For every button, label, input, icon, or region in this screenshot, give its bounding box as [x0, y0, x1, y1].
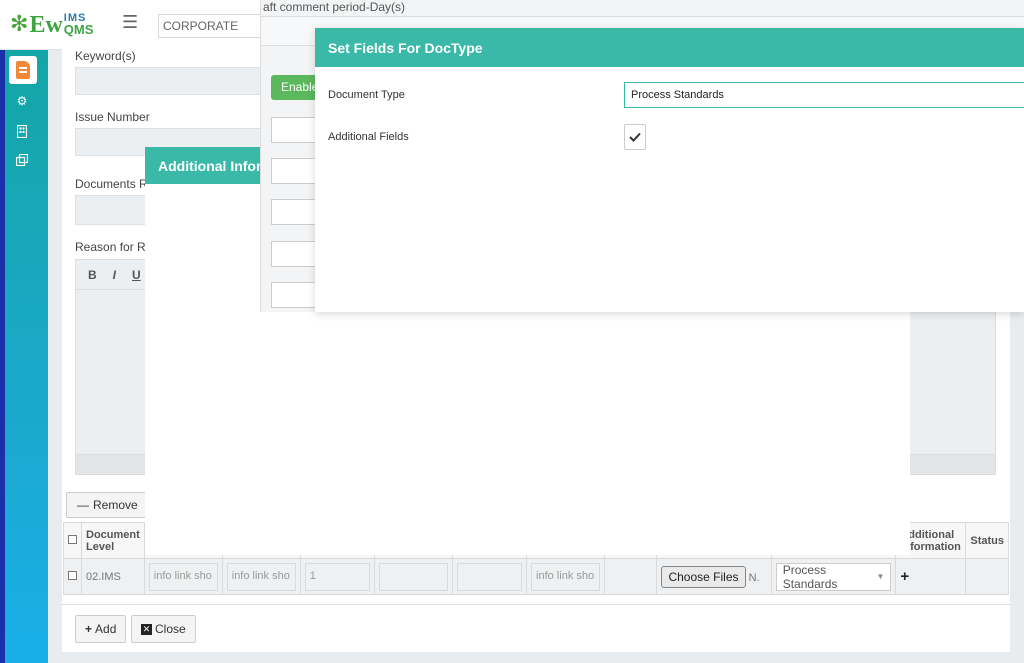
document-type-label: Document Type [328, 89, 405, 101]
info-input-3[interactable]: info link sho [531, 562, 600, 591]
status-cell [965, 558, 1009, 595]
bold-button[interactable]: B [88, 268, 97, 282]
doc-type-select[interactable]: Process Standards ▼ [775, 562, 892, 591]
info-cell-3: info link sho [526, 558, 605, 595]
select-all-checkbox[interactable] [68, 534, 77, 544]
italic-button[interactable]: I [113, 268, 116, 282]
number-input[interactable]: 1 [304, 562, 370, 591]
empty-cell-8 [603, 558, 658, 595]
sidebar: ⚙ [0, 50, 48, 663]
close-button[interactable]: ✕ Close [131, 615, 196, 643]
hamburger-menu-icon[interactable]: ☰ [122, 12, 138, 33]
logo-stack: IMS QMS [63, 13, 94, 38]
reason-label: Reason for R [75, 240, 146, 254]
files-note: N. [748, 571, 760, 584]
close-icon: ✕ [141, 623, 152, 635]
organization-select[interactable]: CORPORATE [158, 14, 260, 38]
header-status: Status [965, 522, 1009, 559]
files-cell: Choose Files N. [656, 558, 772, 595]
minus-icon: — [77, 498, 89, 512]
number-cell: 1 [299, 558, 376, 595]
row-select-cell [63, 558, 82, 595]
caret-down-icon: ▼ [876, 572, 885, 581]
info-cell-1: info link sho [143, 558, 223, 595]
empty-cell-6 [451, 558, 528, 595]
logo-text-qms: QMS [63, 22, 94, 38]
underline-button[interactable]: U [132, 268, 141, 282]
gears-icon: ⚙ [16, 94, 28, 108]
building-icon [17, 124, 27, 138]
top-bar: ✻ Ew IMS QMS ☰ CORPORATE [0, 0, 260, 50]
choose-files-button[interactable]: Choose Files [661, 565, 746, 588]
info-input-2[interactable]: info link sho [226, 562, 296, 591]
set-fields-modal: Set Fields For DocType Document Type Pro… [315, 28, 1024, 312]
empty-input-6[interactable] [456, 562, 523, 591]
close-button-label: Close [155, 622, 186, 636]
sidebar-item-documents[interactable] [9, 56, 37, 84]
sidebar-item-copy[interactable] [11, 149, 33, 171]
header-document-level: Document Level [81, 522, 145, 559]
keywords-label: Keyword(s) [75, 49, 136, 63]
set-fields-modal-title: Set Fields For DocType [315, 28, 1024, 67]
form-footer: + Add ✕ Close [62, 604, 1010, 652]
additional-fields-label: Additional Fields [328, 131, 409, 143]
logo-text-ew: Ew [29, 11, 63, 38]
additional-fields-checkbox[interactable] [624, 124, 646, 150]
empty-input-5[interactable] [379, 562, 448, 591]
sidebar-item-building[interactable] [11, 120, 33, 142]
add-button-label: Add [95, 622, 117, 636]
document-icon [16, 61, 30, 79]
select-all-cell [63, 522, 82, 559]
doc-type-value: Process Standards [782, 562, 838, 591]
flower-icon: ✻ [10, 12, 29, 37]
remove-button-label: Remove [93, 498, 138, 512]
sidebar-item-settings[interactable]: ⚙ [11, 90, 33, 112]
table-row: 02.IMS info link sho info link sho 1 inf… [63, 558, 1009, 595]
plus-icon: + [85, 622, 93, 636]
plus-icon[interactable]: + [900, 568, 909, 585]
info-cell-2: info link sho [221, 558, 301, 595]
row-checkbox[interactable] [68, 570, 77, 580]
document-level-cell: 02.IMS [81, 558, 145, 595]
checkmark-icon [629, 132, 641, 142]
additional-info-cell: + [895, 558, 967, 595]
add-button[interactable]: + Add [75, 615, 127, 643]
copy-icon [16, 154, 28, 166]
issue-number-label: Issue Number [75, 110, 150, 124]
documents-label: Documents R [75, 177, 148, 191]
doc-type-cell: Process Standards ▼ [770, 558, 897, 595]
info-input-1[interactable]: info link sho [148, 562, 218, 591]
app-logo[interactable]: ✻ Ew IMS QMS [10, 10, 93, 40]
remove-button[interactable]: — Remove [66, 492, 149, 518]
document-type-input[interactable]: Process Standards [624, 82, 1024, 108]
empty-cell-5 [374, 558, 453, 595]
comment-period-title: aft comment period-Day(s) [263, 0, 406, 14]
